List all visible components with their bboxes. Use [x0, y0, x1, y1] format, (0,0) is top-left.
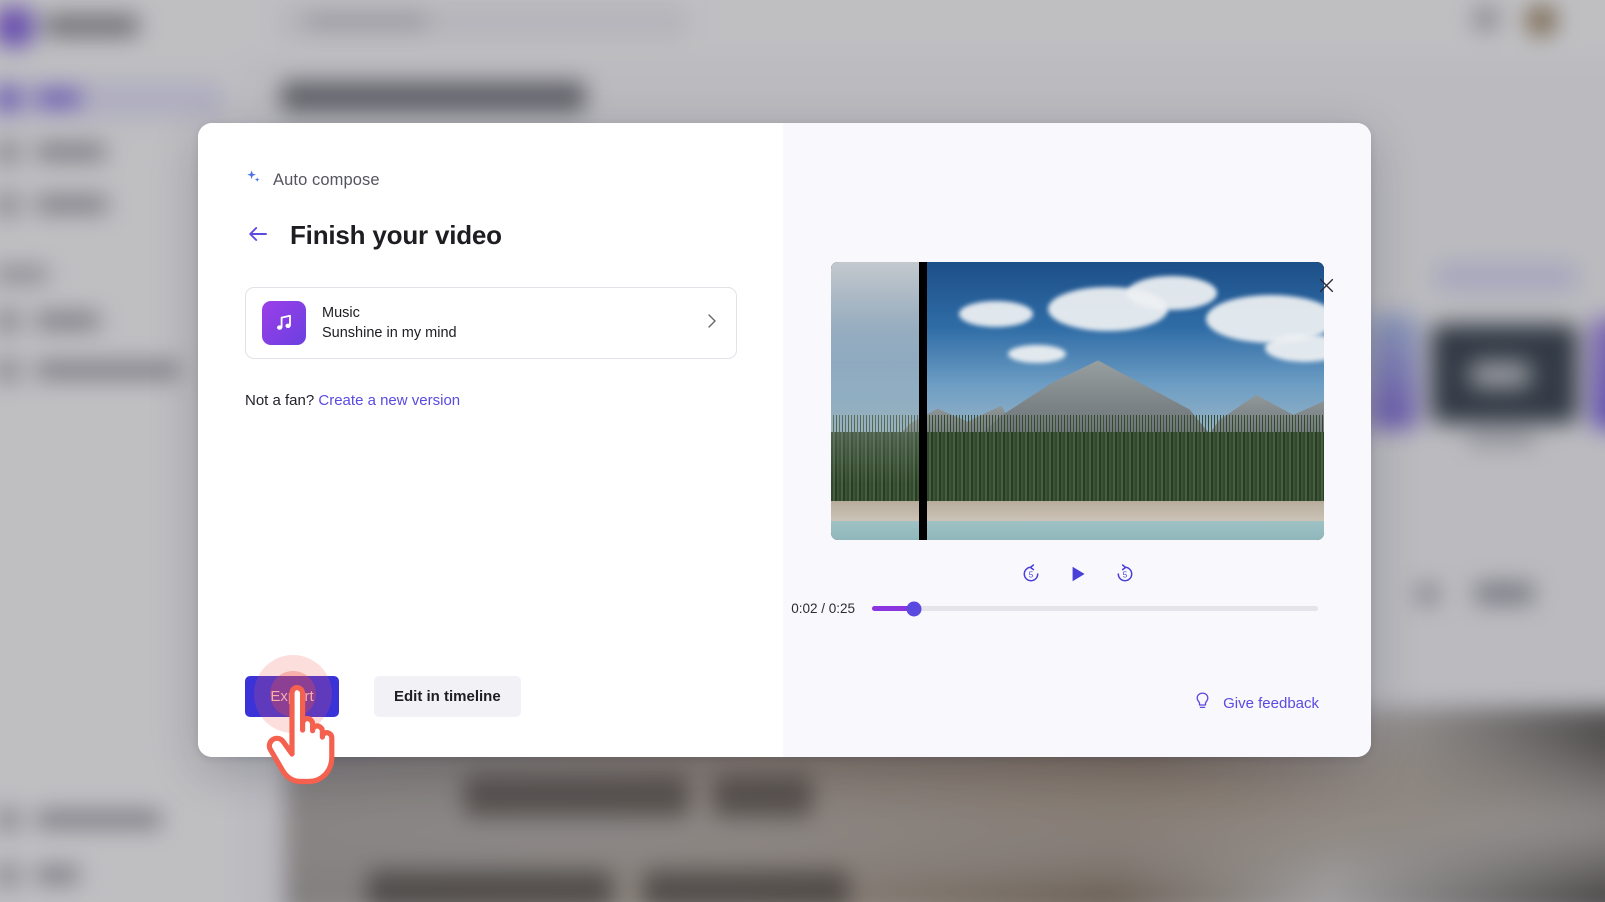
dialog-left-panel: Auto compose Finish your video Music Sun… — [198, 123, 783, 757]
sparkle-icon — [245, 169, 262, 191]
forward-5-icon: 5 — [1114, 563, 1136, 588]
back-button[interactable] — [245, 223, 271, 249]
playback-progress-row: 0:02 / 0:25 — [789, 601, 1324, 616]
dialog-footer-actions: Export Edit in timeline — [245, 676, 521, 717]
not-a-fan-text: Not a fan? — [245, 392, 315, 409]
music-note-icon — [262, 301, 306, 345]
close-icon — [1319, 278, 1334, 296]
edit-in-timeline-button[interactable]: Edit in timeline — [374, 676, 521, 717]
music-setting-texts: Music Sunshine in my mind — [322, 303, 705, 344]
svg-text:5: 5 — [1028, 570, 1033, 579]
close-button[interactable] — [1311, 272, 1341, 302]
time-display: 0:02 / 0:25 — [791, 601, 855, 616]
arrow-left-icon — [247, 224, 269, 247]
lightbulb-icon — [1193, 691, 1212, 715]
chevron-right-icon — [705, 312, 719, 335]
scene-previous-clip — [831, 262, 919, 540]
not-a-fan-row: Not a fan? Create a new version — [245, 392, 783, 409]
page-title: Finish your video — [290, 220, 502, 250]
rewind-5-icon: 5 — [1020, 563, 1042, 588]
playback-controls: 5 5 — [831, 560, 1324, 590]
dialog-right-panel: 5 5 0:02 / 0:25 Give feedback — [783, 123, 1371, 757]
clip-split-bar — [919, 262, 927, 540]
music-setting-row[interactable]: Music Sunshine in my mind — [245, 287, 737, 359]
video-preview-scene — [831, 262, 1324, 540]
finish-your-video-dialog: Auto compose Finish your video Music Sun… — [198, 123, 1371, 757]
scene-cloud — [1126, 275, 1217, 310]
auto-compose-header: Auto compose — [245, 169, 783, 191]
music-setting-label: Music — [322, 304, 360, 321]
screen: Auto compose Finish your video Music Sun… — [0, 0, 1605, 902]
give-feedback-button[interactable]: Give feedback — [1187, 687, 1325, 719]
auto-compose-label: Auto compose — [273, 170, 380, 189]
progress-slider[interactable] — [872, 601, 1318, 616]
video-preview[interactable] — [831, 262, 1324, 540]
scene-haze — [831, 262, 919, 540]
play-icon — [1068, 564, 1088, 587]
play-button[interactable] — [1063, 560, 1093, 590]
create-new-version-link[interactable]: Create a new version — [318, 392, 460, 409]
give-feedback-label: Give feedback — [1223, 694, 1319, 712]
svg-text:5: 5 — [1122, 570, 1127, 579]
dialog-title-row: Finish your video — [245, 220, 783, 251]
progress-slider-thumb[interactable] — [906, 601, 922, 616]
scene-cloud — [959, 300, 1034, 327]
rewind-5-button[interactable]: 5 — [1016, 560, 1046, 590]
music-track-name: Sunshine in my mind — [322, 324, 457, 341]
export-button[interactable]: Export — [245, 676, 339, 717]
forward-5-button[interactable]: 5 — [1110, 560, 1140, 590]
